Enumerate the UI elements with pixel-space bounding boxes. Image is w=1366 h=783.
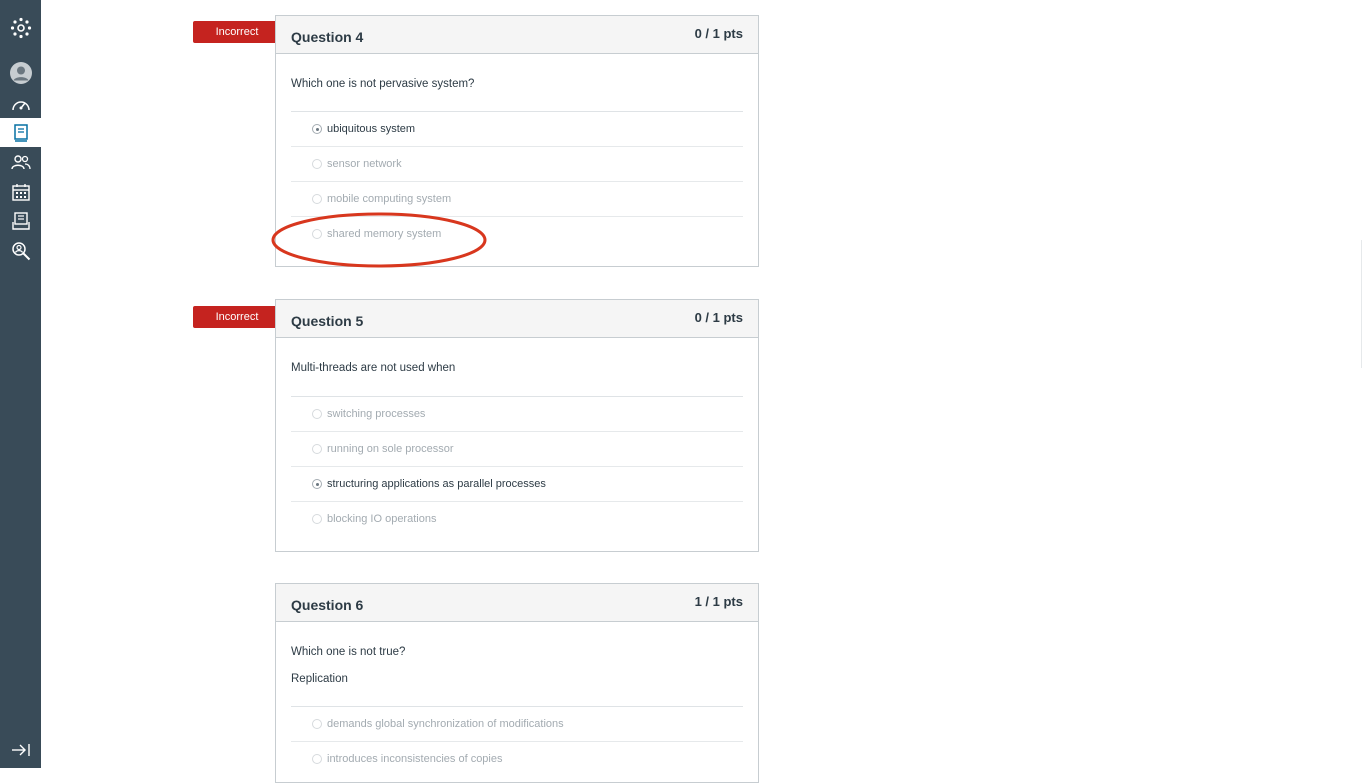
- answer-option[interactable]: ubiquitous system: [291, 112, 743, 147]
- question-card: Question 5 0 / 1 pts Multi-threads are n…: [275, 299, 759, 552]
- incorrect-flag: Incorrect: [193, 21, 288, 43]
- radio-selected-icon: [312, 479, 322, 489]
- question-card: Question 6 1 / 1 pts Which one is not tr…: [275, 583, 759, 783]
- question-text: Which one is not true?: [291, 646, 406, 658]
- radio-icon: [312, 229, 322, 239]
- calendar-icon[interactable]: [0, 177, 41, 206]
- answer-option[interactable]: sensor network: [291, 147, 743, 182]
- account-icon[interactable]: [0, 58, 41, 88]
- dashboard-icon[interactable]: [0, 90, 41, 119]
- incorrect-label: Incorrect: [215, 311, 259, 323]
- answer-label: shared memory system: [327, 228, 442, 240]
- incorrect-flag: Incorrect: [193, 306, 288, 328]
- answer-label: structuring applications as parallel pro…: [327, 478, 546, 490]
- answer-option[interactable]: running on sole processor: [291, 432, 743, 467]
- question-text: Multi-threads are not used when: [291, 362, 456, 374]
- question-title: Question 4: [291, 29, 364, 45]
- question-header: Question 4 0 / 1 pts: [276, 16, 758, 54]
- question-header: Question 6 1 / 1 pts: [276, 584, 758, 622]
- radio-icon: [312, 194, 322, 204]
- answer-label: switching processes: [327, 408, 426, 420]
- question-title: Question 6: [291, 597, 364, 613]
- answer-label: blocking IO operations: [327, 513, 437, 525]
- answer-label: ubiquitous system: [327, 123, 416, 135]
- incorrect-label: Incorrect: [215, 26, 259, 38]
- radio-icon: [312, 159, 322, 169]
- radio-icon: [312, 754, 322, 764]
- answer-option[interactable]: mobile computing system: [291, 182, 743, 217]
- collapse-nav-icon[interactable]: [0, 735, 41, 764]
- answer-label: demands global synchronization of modifi…: [327, 718, 564, 730]
- scrollbar[interactable]: [1361, 240, 1366, 368]
- radio-icon: [312, 514, 322, 524]
- answer-option[interactable]: introduces inconsistencies of copies: [291, 742, 743, 777]
- courses-icon[interactable]: [0, 118, 41, 147]
- answer-label: introduces inconsistencies of copies: [327, 753, 503, 765]
- question-points: 0 / 1 pts: [694, 26, 743, 41]
- radio-icon: [312, 444, 322, 454]
- answer-option[interactable]: shared memory system: [291, 217, 743, 252]
- answer-option[interactable]: demands global synchronization of modifi…: [291, 707, 743, 742]
- question-points: 1 / 1 pts: [694, 594, 743, 609]
- answer-option[interactable]: blocking IO operations: [291, 502, 743, 537]
- answer-option[interactable]: structuring applications as parallel pro…: [291, 467, 743, 502]
- canvas-logo-icon[interactable]: [0, 13, 41, 43]
- help-icon[interactable]: [0, 236, 41, 265]
- answer-option[interactable]: switching processes: [291, 397, 743, 432]
- question-header: Question 5 0 / 1 pts: [276, 300, 758, 338]
- question-card: Question 4 0 / 1 pts Which one is not pe…: [275, 15, 759, 267]
- question-text: Which one is not pervasive system?: [291, 78, 475, 90]
- answer-label: mobile computing system: [327, 193, 452, 205]
- radio-icon: [312, 409, 322, 419]
- answer-label: running on sole processor: [327, 443, 454, 455]
- question-points: 0 / 1 pts: [694, 310, 743, 325]
- inbox-icon[interactable]: [0, 206, 41, 235]
- radio-selected-icon: [312, 124, 322, 134]
- answer-label: sensor network: [327, 158, 402, 170]
- question-text: Replication: [291, 673, 348, 685]
- groups-icon[interactable]: [0, 147, 41, 176]
- radio-icon: [312, 719, 322, 729]
- question-title: Question 5: [291, 313, 364, 329]
- global-navigation: [0, 0, 41, 768]
